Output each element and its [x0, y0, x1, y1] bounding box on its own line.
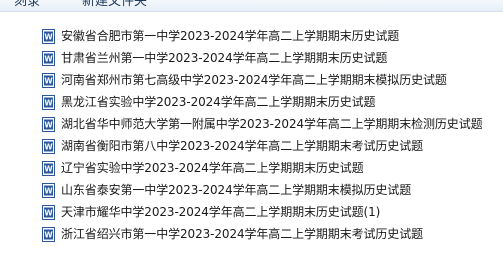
- file-list: W 安徽省合肥市第一中学2023-2024学年高二上学期期末历史试题 W 甘肃省…: [42, 25, 483, 245]
- word-doc-icon: W: [42, 72, 55, 88]
- file-name: 黑龙江省实验中学2023-2024学年高二上学期期末历史试题: [61, 95, 376, 109]
- file-item[interactable]: W 甘肃省兰州第一中学2023-2024学年高二上学期期末历史试题: [42, 47, 483, 69]
- svg-text:W: W: [44, 32, 53, 41]
- file-name: 辽宁省实验中学2023-2024学年高二上学期期末历史试题: [61, 161, 364, 175]
- file-item[interactable]: W 天津市耀华中学2023-2024学年高二上学期期末历史试题(1): [42, 201, 483, 223]
- word-doc-icon: W: [42, 138, 55, 154]
- word-doc-icon: W: [42, 94, 55, 110]
- toolbar: 刻录 新建文件夹: [0, 0, 503, 12]
- word-doc-icon: W: [42, 50, 55, 66]
- file-item[interactable]: W 湖南省衡阳市第八中学2023-2024学年高二上学期期末考试历史试题: [42, 135, 483, 157]
- svg-text:W: W: [44, 54, 53, 63]
- file-name: 山东省泰安第一中学2023-2024学年高二上学期期末模拟历史试题: [61, 183, 412, 197]
- new-folder-button[interactable]: 新建文件夹: [82, 0, 147, 10]
- svg-text:W: W: [44, 120, 53, 129]
- file-item[interactable]: W 浙江省绍兴市第一中学2023-2024学年高二上学期期末考试历史试题: [42, 223, 483, 245]
- file-name: 天津市耀华中学2023-2024学年高二上学期期末历史试题(1): [61, 205, 381, 219]
- svg-text:W: W: [44, 164, 53, 173]
- svg-text:W: W: [44, 76, 53, 85]
- word-doc-icon: W: [42, 28, 55, 44]
- word-doc-icon: W: [42, 160, 55, 176]
- file-item[interactable]: W 黑龙江省实验中学2023-2024学年高二上学期期末历史试题: [42, 91, 483, 113]
- word-doc-icon: W: [42, 204, 55, 220]
- word-doc-icon: W: [42, 226, 55, 242]
- svg-text:W: W: [44, 230, 53, 239]
- svg-text:W: W: [44, 208, 53, 217]
- file-item[interactable]: W 山东省泰安第一中学2023-2024学年高二上学期期末模拟历史试题: [42, 179, 483, 201]
- burn-button[interactable]: 刻录: [14, 0, 40, 10]
- file-name: 安徽省合肥市第一中学2023-2024学年高二上学期期末历史试题: [61, 29, 400, 43]
- word-doc-icon: W: [42, 182, 55, 198]
- svg-text:W: W: [44, 186, 53, 195]
- svg-text:W: W: [44, 142, 53, 151]
- file-name: 河南省郑州市第七高级中学2023-2024学年高二上学期期末模拟历史试题: [61, 73, 447, 87]
- file-item[interactable]: W 辽宁省实验中学2023-2024学年高二上学期期末历史试题: [42, 157, 483, 179]
- file-name: 甘肃省兰州第一中学2023-2024学年高二上学期期末历史试题: [61, 51, 388, 65]
- file-item[interactable]: W 安徽省合肥市第一中学2023-2024学年高二上学期期末历史试题: [42, 25, 483, 47]
- file-item[interactable]: W 河南省郑州市第七高级中学2023-2024学年高二上学期期末模拟历史试题: [42, 69, 483, 91]
- file-name: 浙江省绍兴市第一中学2023-2024学年高二上学期期末考试历史试题: [61, 227, 424, 241]
- file-name: 湖南省衡阳市第八中学2023-2024学年高二上学期期末考试历史试题: [61, 139, 424, 153]
- svg-text:W: W: [44, 98, 53, 107]
- word-doc-icon: W: [42, 116, 55, 132]
- file-item[interactable]: W 湖北省华中师范大学第一附属中学2023-2024学年高二上学期期末检测历史试…: [42, 113, 483, 135]
- file-name: 湖北省华中师范大学第一附属中学2023-2024学年高二上学期期末检测历史试题: [61, 117, 483, 131]
